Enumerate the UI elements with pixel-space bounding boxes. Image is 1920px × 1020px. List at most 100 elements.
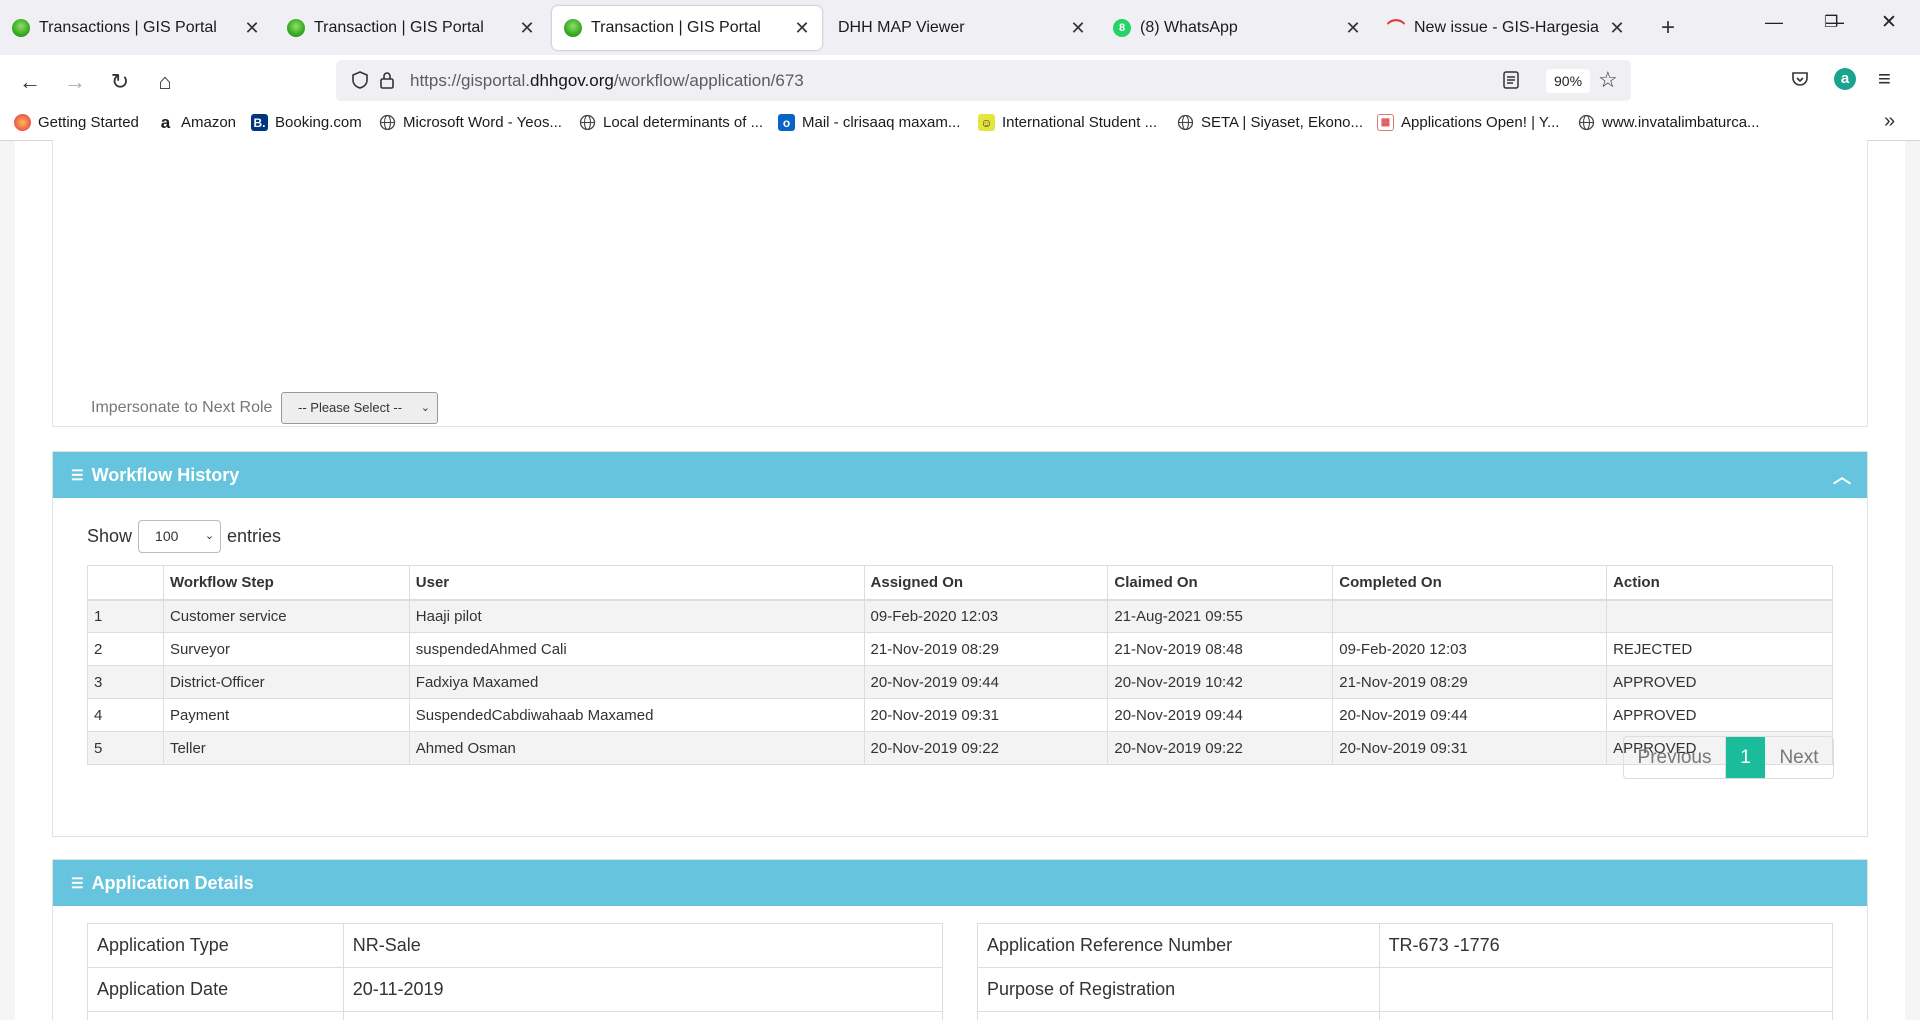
application-details-left-table: Application Type NR-Sale Application Dat… (87, 923, 944, 1020)
collapse-chevron-up-icon[interactable]: ︿ (1833, 463, 1851, 489)
impersonate-role-select[interactable]: -- Please Select -- ⌄ (281, 392, 438, 424)
tab-title: DHH MAP Viewer (838, 19, 965, 36)
panel-title: Application Details (91, 872, 254, 893)
table-cell: 3 (87, 665, 164, 699)
table-cell: 20-Nov-2019 09:22 (1107, 731, 1334, 765)
table-cell: Ahmed Osman (408, 731, 865, 765)
tracking-shield-icon[interactable] (350, 70, 370, 93)
page-length-control: Show 100 ⌄ entries (87, 520, 281, 553)
table-cell: Customer service (162, 599, 410, 633)
tab-whatsapp[interactable]: 8 (8) WhatsApp ✕ (1101, 6, 1373, 50)
page-1-button[interactable]: 1 (1726, 737, 1765, 778)
bookmark-microsoft-word[interactable]: Microsoft Word - Yeos... (379, 114, 562, 131)
detail-label (87, 1011, 344, 1020)
restore-icon[interactable]: ❐ (1824, 12, 1838, 32)
table-cell: SuspendedCabdiwahaab Maxamed (408, 698, 865, 732)
detail-value: NR-Sale (342, 923, 944, 968)
minimize-icon-main[interactable]: — (1765, 12, 1783, 33)
bookmark-international-student[interactable]: ☺ International Student ... (978, 114, 1157, 131)
close-tab-icon[interactable]: ✕ (1607, 18, 1627, 39)
url-domain: dhhgov.org (530, 71, 614, 90)
tab-transaction-1[interactable]: Transaction | GIS Portal ✕ (275, 6, 547, 50)
close-tab-icon[interactable]: ✕ (242, 18, 262, 39)
close-tab-icon[interactable]: ✕ (792, 18, 812, 39)
workflow-history-table: Workflow Step User Assigned On Claimed O… (87, 565, 1833, 765)
bookmark-applications-open[interactable]: ▦ Applications Open! | Y... (1377, 114, 1559, 131)
entries-per-page-select[interactable]: 100 ⌄ (138, 520, 222, 553)
next-page-button[interactable]: Next (1765, 737, 1833, 778)
lock-icon[interactable] (378, 70, 396, 93)
bookmark-getting-started[interactable]: Getting Started (14, 114, 139, 131)
bookmark-star-icon[interactable]: ☆ (1598, 67, 1618, 93)
column-header[interactable]: User (408, 565, 865, 601)
table-row: 3 District-Officer Fadxiya Maxamed 20-No… (87, 665, 1833, 699)
more-bookmarks-icon[interactable]: » (1884, 110, 1895, 133)
application-details-header[interactable]: ☰ Application Details (53, 860, 1867, 906)
table-cell: 20-Nov-2019 09:44 (863, 665, 1109, 699)
action-status-approved: APPROVED (1606, 665, 1833, 699)
tab-dhh-map-viewer[interactable]: DHH MAP Viewer ✕ (826, 6, 1098, 50)
home-icon[interactable]: ⌂ (150, 67, 180, 97)
bookmark-invatalimbaturca[interactable]: www.invatalimbaturca... (1578, 114, 1760, 131)
workflow-history-panel: ☰ Workflow History ︿ Show 100 ⌄ entries … (52, 451, 1868, 837)
bookmark-label: SETA | Siyaset, Ekono... (1201, 114, 1364, 131)
zoom-level-badge[interactable]: 90% (1546, 69, 1591, 93)
gis-portal-favicon-icon (12, 19, 30, 37)
table-cell: 21-Nov-2019 08:29 (1332, 665, 1608, 699)
table-cell: 09-Feb-2020 12:03 (863, 599, 1109, 633)
column-header[interactable]: Workflow Step (162, 565, 410, 601)
reload-icon[interactable]: ↻ (105, 67, 135, 97)
application-details-right-table: Application Reference Number TR-673 -177… (977, 923, 1834, 1020)
bookmark-mail[interactable]: o Mail - clrisaaq maxam... (778, 114, 960, 131)
previous-page-button[interactable]: Previous (1624, 737, 1726, 778)
bookmark-amazon[interactable]: a Amazon (157, 113, 237, 132)
extension-a-icon[interactable]: a (1834, 68, 1856, 90)
application-details-panel: ☰ Application Details Application Type N… (52, 859, 1868, 1020)
browser-tab-bar: Transactions | GIS Portal ✕ Transaction … (0, 0, 1920, 55)
url-text[interactable]: https://gisportal.dhhgov.org/workflow/ap… (410, 71, 804, 91)
bookmark-local-determinants[interactable]: Local determinants of ... (579, 114, 763, 131)
tab-transaction-active[interactable]: Transaction | GIS Portal ✕ (552, 6, 822, 50)
column-header[interactable]: Assigned On (863, 565, 1109, 601)
globe-icon (1578, 114, 1595, 131)
table-cell: 09-Feb-2020 12:03 (1332, 632, 1608, 666)
address-bar[interactable]: https://gisportal.dhhgov.org/workflow/ap… (336, 60, 1631, 101)
pagination: Previous 1 Next (1623, 736, 1834, 779)
bookmark-booking[interactable]: B. Booking.com (251, 114, 362, 131)
close-tab-icon[interactable]: ✕ (1343, 18, 1363, 39)
tab-new-issue[interactable]: ⌒ New issue - GIS-Hargesia - Tea ✕ (1375, 6, 1637, 50)
column-header[interactable] (87, 565, 164, 601)
close-tab-icon[interactable]: ✕ (517, 18, 537, 39)
bookmark-label: International Student ... (1002, 114, 1158, 131)
new-tab-icon[interactable]: + (1661, 14, 1675, 42)
detail-value: TR-673 -1776 (1378, 923, 1834, 968)
detail-value (1378, 967, 1834, 1012)
column-header[interactable]: Action (1606, 565, 1833, 601)
table-cell (1332, 599, 1608, 633)
bookmark-label: Amazon (181, 114, 237, 131)
table-row: 2 Surveyor suspendedAhmed Cali 21-Nov-20… (87, 632, 1833, 666)
detail-label: Application Type (87, 923, 344, 968)
close-window-icon[interactable]: ✕ (1881, 11, 1897, 34)
back-icon[interactable]: ← (15, 67, 45, 97)
pocket-icon[interactable] (1790, 69, 1810, 92)
table-cell: 20-Nov-2019 09:22 (863, 731, 1109, 765)
column-header[interactable]: Claimed On (1107, 565, 1334, 601)
chevron-down-icon: ⌄ (204, 530, 215, 542)
gis-portal-favicon-icon (287, 19, 305, 37)
table-cell: 20-Nov-2019 09:44 (1107, 698, 1334, 732)
table-cell: 21-Nov-2019 08:48 (1107, 632, 1334, 666)
table-header-row: Workflow Step User Assigned On Claimed O… (87, 565, 1833, 601)
list-icon: ☰ (71, 466, 84, 483)
chevron-down-icon: ⌄ (420, 402, 430, 414)
tab-transactions[interactable]: Transactions | GIS Portal ✕ (0, 6, 272, 50)
hamburger-menu-icon[interactable]: ≡ (1878, 66, 1891, 92)
forward-icon[interactable]: → (60, 67, 90, 97)
column-header[interactable]: Completed On (1332, 565, 1608, 601)
workflow-history-header[interactable]: ☰ Workflow History (53, 452, 1867, 498)
table-cell: 4 (87, 698, 164, 732)
list-icon: ☰ (71, 874, 84, 891)
bookmark-seta[interactable]: SETA | Siyaset, Ekono... (1177, 114, 1363, 131)
reader-view-icon[interactable] (1502, 70, 1520, 93)
close-tab-icon[interactable]: ✕ (1068, 18, 1088, 39)
